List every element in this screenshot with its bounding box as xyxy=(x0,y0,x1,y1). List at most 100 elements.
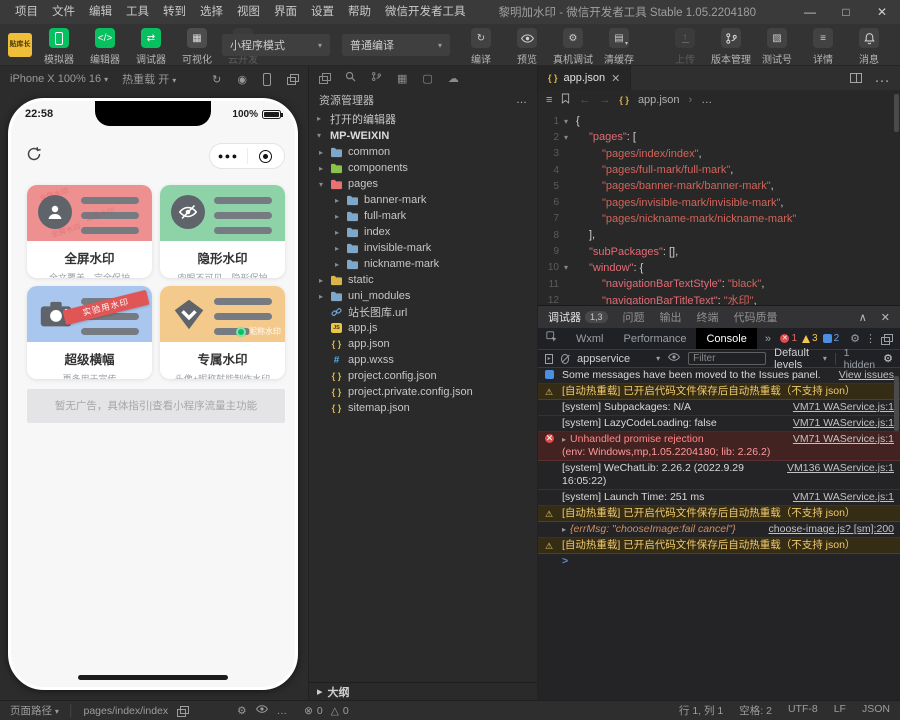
code-area[interactable]: 1▾{2▾"pages": [3"pages/index/index",4"pa… xyxy=(538,110,900,305)
source-link[interactable]: View issues xyxy=(839,369,894,382)
eye-icon[interactable] xyxy=(668,351,680,366)
fold-arrow-icon[interactable]: ▾ xyxy=(564,263,576,272)
expand-caret-icon[interactable]: ▸ xyxy=(562,435,566,444)
inspect-icon[interactable] xyxy=(546,331,558,346)
tree-item-invisible-mark[interactable]: ▸invisible-mark xyxy=(309,240,537,256)
status-item[interactable]: 空格: 2 xyxy=(739,703,772,718)
menu-转到[interactable]: 转到 xyxy=(156,0,193,24)
menu-视图[interactable]: 视图 xyxy=(230,0,267,24)
编辑器-button[interactable]: </>编辑器 xyxy=(82,28,128,66)
kebab-menu-icon[interactable]: ⋮ xyxy=(865,332,876,345)
levels-select[interactable]: Default levels▾ xyxy=(774,347,827,371)
fold-arrow-icon[interactable]: ▾ xyxy=(564,133,576,142)
box-icon[interactable]: ▢ xyxy=(422,72,432,85)
search-icon[interactable] xyxy=(345,71,356,85)
bookmark-icon[interactable] xyxy=(561,93,570,107)
filter-input[interactable] xyxy=(688,352,766,365)
tree-item-index[interactable]: ▸index xyxy=(309,224,537,240)
menu-帮助[interactable]: 帮助 xyxy=(341,0,378,24)
error-count[interactable]: ✕1 xyxy=(780,333,797,344)
status-item[interactable]: 行 1, 列 1 xyxy=(679,703,723,718)
devtools-tab-Console[interactable]: Console xyxy=(696,328,756,349)
上传-button[interactable]: ↑上传 xyxy=(662,28,708,66)
版本管理-button[interactable]: 版本管理 xyxy=(708,28,754,66)
mode-select[interactable]: 小程序模式▾ xyxy=(222,34,330,56)
debug-gear-icon[interactable]: ⚙ xyxy=(237,705,246,717)
tree-item-pages[interactable]: ▾pages xyxy=(309,176,537,192)
minimize-icon[interactable]: — xyxy=(792,0,828,24)
tree-item-站长图库.url[interactable]: 站长图库.url xyxy=(309,304,537,320)
more-icon[interactable]: … xyxy=(516,94,527,106)
tree-item-app.json[interactable]: { }app.json xyxy=(309,336,537,352)
copy-icon[interactable] xyxy=(177,706,188,716)
grid-icon[interactable]: ▦ xyxy=(397,72,407,85)
pages-icon[interactable] xyxy=(319,73,330,83)
split-editor-icon[interactable] xyxy=(850,73,862,83)
clear-console-icon[interactable] xyxy=(561,354,569,364)
back-icon[interactable]: ← xyxy=(579,94,590,106)
debugger-tab-调试器[interactable]: 调试器1,3 xyxy=(548,309,608,325)
forward-icon[interactable]: → xyxy=(599,94,610,106)
page-path-select[interactable]: 页面路径 ▾ xyxy=(10,703,59,718)
menu-编辑[interactable]: 编辑 xyxy=(82,0,119,24)
menu-工具[interactable]: 工具 xyxy=(119,0,156,24)
status-item[interactable]: UTF-8 xyxy=(788,703,818,718)
tree-item-common[interactable]: ▸common xyxy=(309,144,537,160)
tree-item-static[interactable]: ▸static xyxy=(309,272,537,288)
console-prompt[interactable]: > xyxy=(538,554,900,569)
清缓存-button[interactable]: ▤▾清缓存 xyxy=(596,28,642,66)
record-icon[interactable]: ◉ xyxy=(237,73,247,86)
status-item[interactable]: LF xyxy=(834,703,846,718)
menu-选择[interactable]: 选择 xyxy=(193,0,230,24)
menu-微信开发者工具[interactable]: 微信开发者工具 xyxy=(378,0,473,24)
devtools-tab-Performance[interactable]: Performance xyxy=(614,328,697,349)
menu-项目[interactable]: 项目 xyxy=(8,0,45,24)
outline-section[interactable]: ▸ 大纲 xyxy=(309,682,537,700)
phone-icon[interactable] xyxy=(263,73,271,86)
debugger-tab-终端[interactable]: 终端 xyxy=(697,309,719,325)
console-scrollbar[interactable] xyxy=(894,376,899,431)
devtools-tab-Wxml[interactable]: Wxml xyxy=(566,328,614,349)
source-link[interactable]: choose-image.js? [sm]:200 xyxy=(769,523,894,536)
hot-reload-toggle[interactable]: 热重载 开▾ xyxy=(122,71,176,87)
menu-设置[interactable]: 设置 xyxy=(304,0,341,24)
info-count[interactable]: 2 xyxy=(823,333,840,344)
预览-button[interactable]: 预览 xyxy=(504,28,550,66)
tree-item-project.config.json[interactable]: { }project.config.json xyxy=(309,368,537,384)
close-tab-icon[interactable]: ✕ xyxy=(611,72,620,85)
problem-counts[interactable]: ⊗0 △0 xyxy=(304,705,349,717)
tree-item-project.private.config.json[interactable]: { }project.private.config.json xyxy=(309,384,537,400)
tree-item-components[interactable]: ▸components xyxy=(309,160,537,176)
source-link[interactable]: VM71 WAService.js:1 xyxy=(793,417,894,430)
tree-item-full-mark[interactable]: ▸full-mark xyxy=(309,208,537,224)
debugger-tab-输出[interactable]: 输出 xyxy=(660,309,682,325)
card-隐形水印[interactable]: 隐形水印肉眼不可见，隐形保护 xyxy=(160,185,285,278)
消息-button[interactable]: 消息 xyxy=(846,28,892,66)
模拟器-button[interactable]: 模拟器 xyxy=(36,28,82,66)
more-icon[interactable]: … xyxy=(874,69,890,87)
rotate-icon[interactable]: ↻ xyxy=(212,73,221,86)
compile-select[interactable]: 普通编译▾ xyxy=(342,34,450,56)
project-root[interactable]: ▾ MP-WEIXIN xyxy=(309,127,537,144)
可视化-button[interactable]: ▦可视化 xyxy=(174,28,220,66)
tree-item-app.wxss[interactable]: #app.wxss xyxy=(309,352,537,368)
maximize-icon[interactable]: □ xyxy=(828,0,864,24)
expand-caret-icon[interactable]: ▸ xyxy=(562,525,566,534)
tree-item-banner-mark[interactable]: ▸banner-mark xyxy=(309,192,537,208)
fold-arrow-icon[interactable]: ▾ xyxy=(564,117,576,126)
编译-button[interactable]: ↻编译 xyxy=(458,28,504,66)
reload-icon[interactable] xyxy=(25,145,43,168)
menu-文件[interactable]: 文件 xyxy=(45,0,82,24)
context-select[interactable]: appservice▾ xyxy=(577,353,660,365)
真机调试-button[interactable]: ⚙真机调试 xyxy=(550,28,596,66)
open-editors-section[interactable]: ▸ 打开的编辑器 xyxy=(309,110,537,127)
card-全屏水印[interactable]: 全屏水印全屏水印全屏水印全屏水印全文覆盖，完全保护 xyxy=(27,185,152,278)
source-link[interactable]: VM71 WAService.js:1 xyxy=(793,491,894,504)
source-link[interactable]: VM71 WAService.js:1 xyxy=(793,401,894,414)
windows-icon[interactable] xyxy=(287,74,298,84)
debugger-tab-代码质量[interactable]: 代码质量 xyxy=(734,309,778,325)
warning-count[interactable]: 3 xyxy=(802,333,818,344)
调试器-button[interactable]: ⇄调试器 xyxy=(128,28,174,66)
tree-item-uni_modules[interactable]: ▸uni_modules xyxy=(309,288,537,304)
avatar[interactable]: 贴库长 xyxy=(8,33,32,57)
